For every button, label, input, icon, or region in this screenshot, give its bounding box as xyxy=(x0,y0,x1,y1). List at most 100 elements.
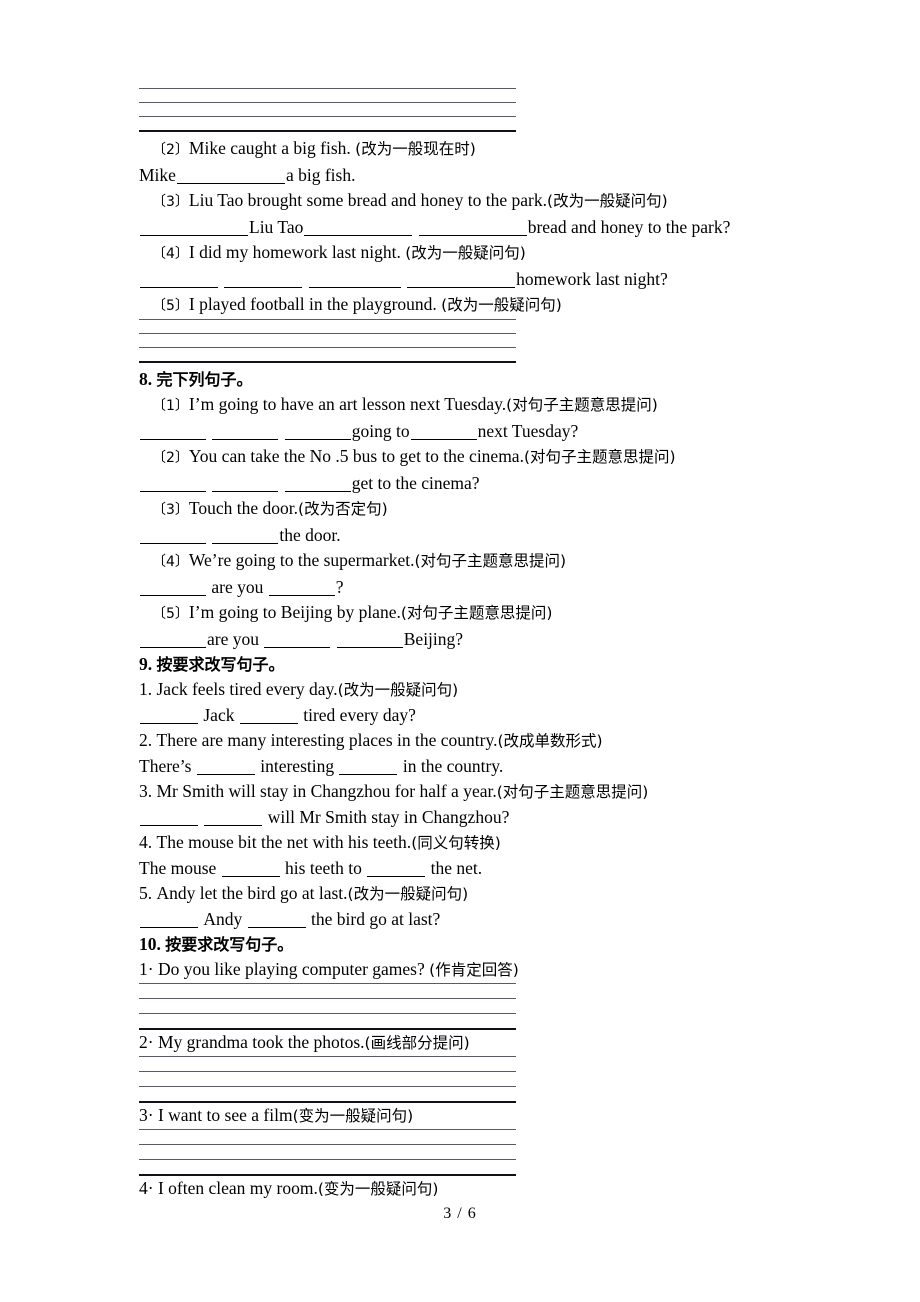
question-prompt: Mike caught a big fish. xyxy=(188,138,351,158)
question-10-1: 1· Do you like playing computer games? (… xyxy=(139,957,839,983)
question-7-5: 〔5〕I played football in the playground. … xyxy=(139,292,839,319)
answer-prefix: There’s xyxy=(139,756,192,776)
answer-lines-10-2[interactable] xyxy=(139,1056,516,1103)
section-title: 按要求改写句子。 xyxy=(165,935,294,954)
question-instruction: (对句子主题意思提问) xyxy=(414,552,567,570)
question-instruction: (改为一般疑问句) xyxy=(547,192,668,210)
question-prompt: You can take the No .5 bus to get to the… xyxy=(188,446,524,466)
answer-blank[interactable] xyxy=(176,169,285,184)
answer-suffix: homework last night? xyxy=(516,269,668,289)
question-prompt: Do you like playing computer games? xyxy=(157,959,425,979)
question-prompt: I want to see a film xyxy=(157,1105,293,1125)
answer-blank[interactable] xyxy=(418,221,527,236)
answer-blank[interactable] xyxy=(140,633,206,648)
section-9-heading: 9. 按要求改写句子。 xyxy=(139,652,839,677)
question-prompt: I did my homework last night. xyxy=(188,242,401,262)
question-instruction: (变为一般疑问句) xyxy=(317,1180,439,1198)
answer-blank[interactable] xyxy=(339,760,398,775)
answer-blank[interactable] xyxy=(140,273,218,288)
answer-blank[interactable] xyxy=(308,273,401,288)
worksheet-content: 〔2〕Mike caught a big fish. (改为一般现在时) Mik… xyxy=(139,88,839,1202)
answer-suffix: next Tuesday? xyxy=(477,421,579,441)
question-instruction: (改成单数形式) xyxy=(497,732,603,750)
answer-lines-7-5[interactable] xyxy=(139,319,516,363)
answer-7-3: Liu Tao bread and honey to the park? xyxy=(139,215,839,240)
answer-blank[interactable] xyxy=(367,862,426,877)
question-number: 4. xyxy=(139,832,153,852)
question-number: 3· xyxy=(139,1105,154,1125)
answer-blank[interactable] xyxy=(268,581,335,596)
answer-mid: Jack xyxy=(203,705,235,725)
question-instruction: (对句子主题意思提问) xyxy=(506,396,658,414)
question-7-4: 〔4〕I did my homework last night. (改为一般疑问… xyxy=(139,240,839,267)
question-number: 3. xyxy=(139,781,153,801)
question-instruction: (改为一般疑问句) xyxy=(441,296,562,314)
question-prompt: Touch the door. xyxy=(188,498,299,518)
question-prompt: Mr Smith will stay in Changzhou for half… xyxy=(156,781,497,801)
answer-suffix: Beijing? xyxy=(403,629,464,649)
question-10-3: 3· I want to see a film(变为一般疑问句) xyxy=(139,1103,839,1129)
question-8-1: 〔1〕I’m going to have an art lesson next … xyxy=(139,392,839,419)
answer-suffix: in the country. xyxy=(402,756,504,776)
question-instruction: (改为一般疑问句) xyxy=(347,885,469,903)
answer-8-3: the door. xyxy=(139,523,839,548)
question-prompt: Liu Tao brought some bread and honey to … xyxy=(188,190,548,210)
answer-blank[interactable] xyxy=(407,273,516,288)
answer-mid: his teeth to xyxy=(285,858,362,878)
question-number: 〔4〕 xyxy=(152,554,189,570)
answer-blank[interactable] xyxy=(304,221,413,236)
answer-lines-carryover[interactable] xyxy=(139,88,516,132)
question-number: 〔2〕 xyxy=(152,142,189,158)
answer-mid: interesting xyxy=(260,756,335,776)
answer-blank[interactable] xyxy=(284,477,351,492)
answer-lines-10-1[interactable] xyxy=(139,983,516,1030)
question-number: 2· xyxy=(139,1032,154,1052)
question-number: 1. xyxy=(139,679,153,699)
section-title: 按要求改写句子。 xyxy=(156,655,285,674)
answer-suffix: the net. xyxy=(430,858,483,878)
section-10-heading: 10. 按要求改写句子。 xyxy=(139,932,839,957)
answer-blank[interactable] xyxy=(140,529,206,544)
question-prompt: My grandma took the photos. xyxy=(157,1032,365,1052)
answer-9-3: will Mr Smith stay in Changzhou? xyxy=(139,805,839,830)
question-prompt: Jack feels tired every day. xyxy=(156,679,338,699)
question-9-2: 2. There are many interesting places in … xyxy=(139,728,839,754)
answer-lines-10-3[interactable] xyxy=(139,1129,516,1176)
question-instruction: (改为一般疑问句) xyxy=(405,244,526,262)
answer-blank[interactable] xyxy=(140,581,206,596)
answer-blank[interactable] xyxy=(212,529,279,544)
answer-blank[interactable] xyxy=(140,221,248,236)
answer-suffix: tired every day? xyxy=(303,705,416,725)
question-number: 〔3〕 xyxy=(152,194,189,210)
answer-blank[interactable] xyxy=(264,633,331,648)
answer-blank[interactable] xyxy=(140,811,198,826)
worksheet-page: 〔2〕Mike caught a big fish. (改为一般现在时) Mik… xyxy=(0,0,920,1302)
answer-9-5: Andy the bird go at last? xyxy=(139,907,839,932)
answer-blank[interactable] xyxy=(221,862,280,877)
answer-blank[interactable] xyxy=(140,425,206,440)
answer-blank[interactable] xyxy=(239,709,298,724)
question-number: 〔3〕 xyxy=(152,502,189,518)
answer-blank[interactable] xyxy=(204,811,263,826)
answer-blank[interactable] xyxy=(212,425,279,440)
answer-blank[interactable] xyxy=(284,425,351,440)
answer-blank[interactable] xyxy=(140,477,206,492)
answer-blank[interactable] xyxy=(196,760,255,775)
answer-blank[interactable] xyxy=(410,425,477,440)
question-number: 〔1〕 xyxy=(152,398,189,414)
answer-mid: going to xyxy=(351,421,410,441)
answer-blank[interactable] xyxy=(247,913,306,928)
answer-blank[interactable] xyxy=(140,913,198,928)
question-number: 4· xyxy=(139,1178,154,1198)
answer-blank[interactable] xyxy=(140,709,198,724)
section-number: 9. xyxy=(139,654,153,674)
answer-blank[interactable] xyxy=(224,273,303,288)
answer-mid: are you xyxy=(211,577,264,597)
question-prompt: I often clean my room. xyxy=(157,1178,318,1198)
question-9-4: 4. The mouse bit the net with his teeth.… xyxy=(139,830,839,856)
answer-8-1: going to next Tuesday? xyxy=(139,419,839,444)
answer-blank[interactable] xyxy=(212,477,279,492)
answer-blank[interactable] xyxy=(336,633,403,648)
answer-mid: are you xyxy=(207,629,259,649)
answer-mid: Liu Tao xyxy=(249,217,304,237)
